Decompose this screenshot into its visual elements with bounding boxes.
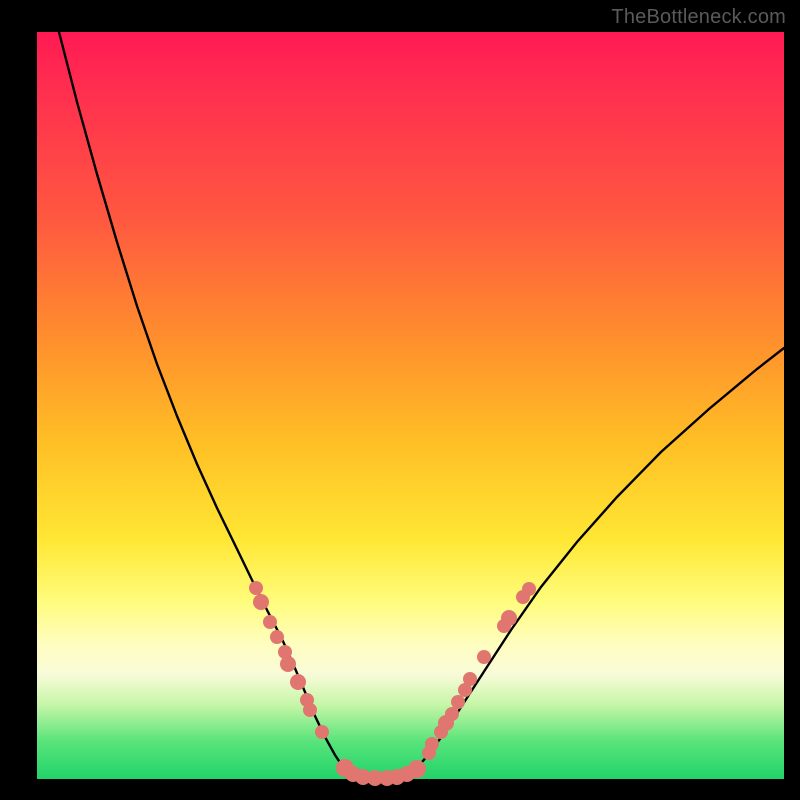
highlight-dot — [408, 760, 426, 778]
highlight-dot — [501, 610, 517, 626]
highlight-dot — [445, 707, 459, 721]
highlight-dot — [303, 703, 317, 717]
highlight-dot — [463, 672, 477, 686]
v-curve — [59, 32, 784, 778]
chart-frame: TheBottleneck.com — [0, 0, 800, 800]
highlight-dot — [315, 725, 329, 739]
highlight-dots-group — [249, 581, 536, 786]
highlight-dot — [477, 650, 491, 664]
highlight-dot — [425, 737, 439, 751]
highlight-dot — [290, 674, 306, 690]
watermark-text: TheBottleneck.com — [611, 6, 786, 29]
highlight-dot — [253, 594, 269, 610]
highlight-dot — [270, 630, 284, 644]
highlight-dot — [249, 581, 263, 595]
highlight-dot — [451, 695, 465, 709]
highlight-dot — [280, 656, 296, 672]
plot-area — [37, 32, 784, 779]
curve-svg — [37, 32, 784, 779]
highlight-dot — [522, 582, 536, 596]
highlight-dot — [263, 615, 277, 629]
